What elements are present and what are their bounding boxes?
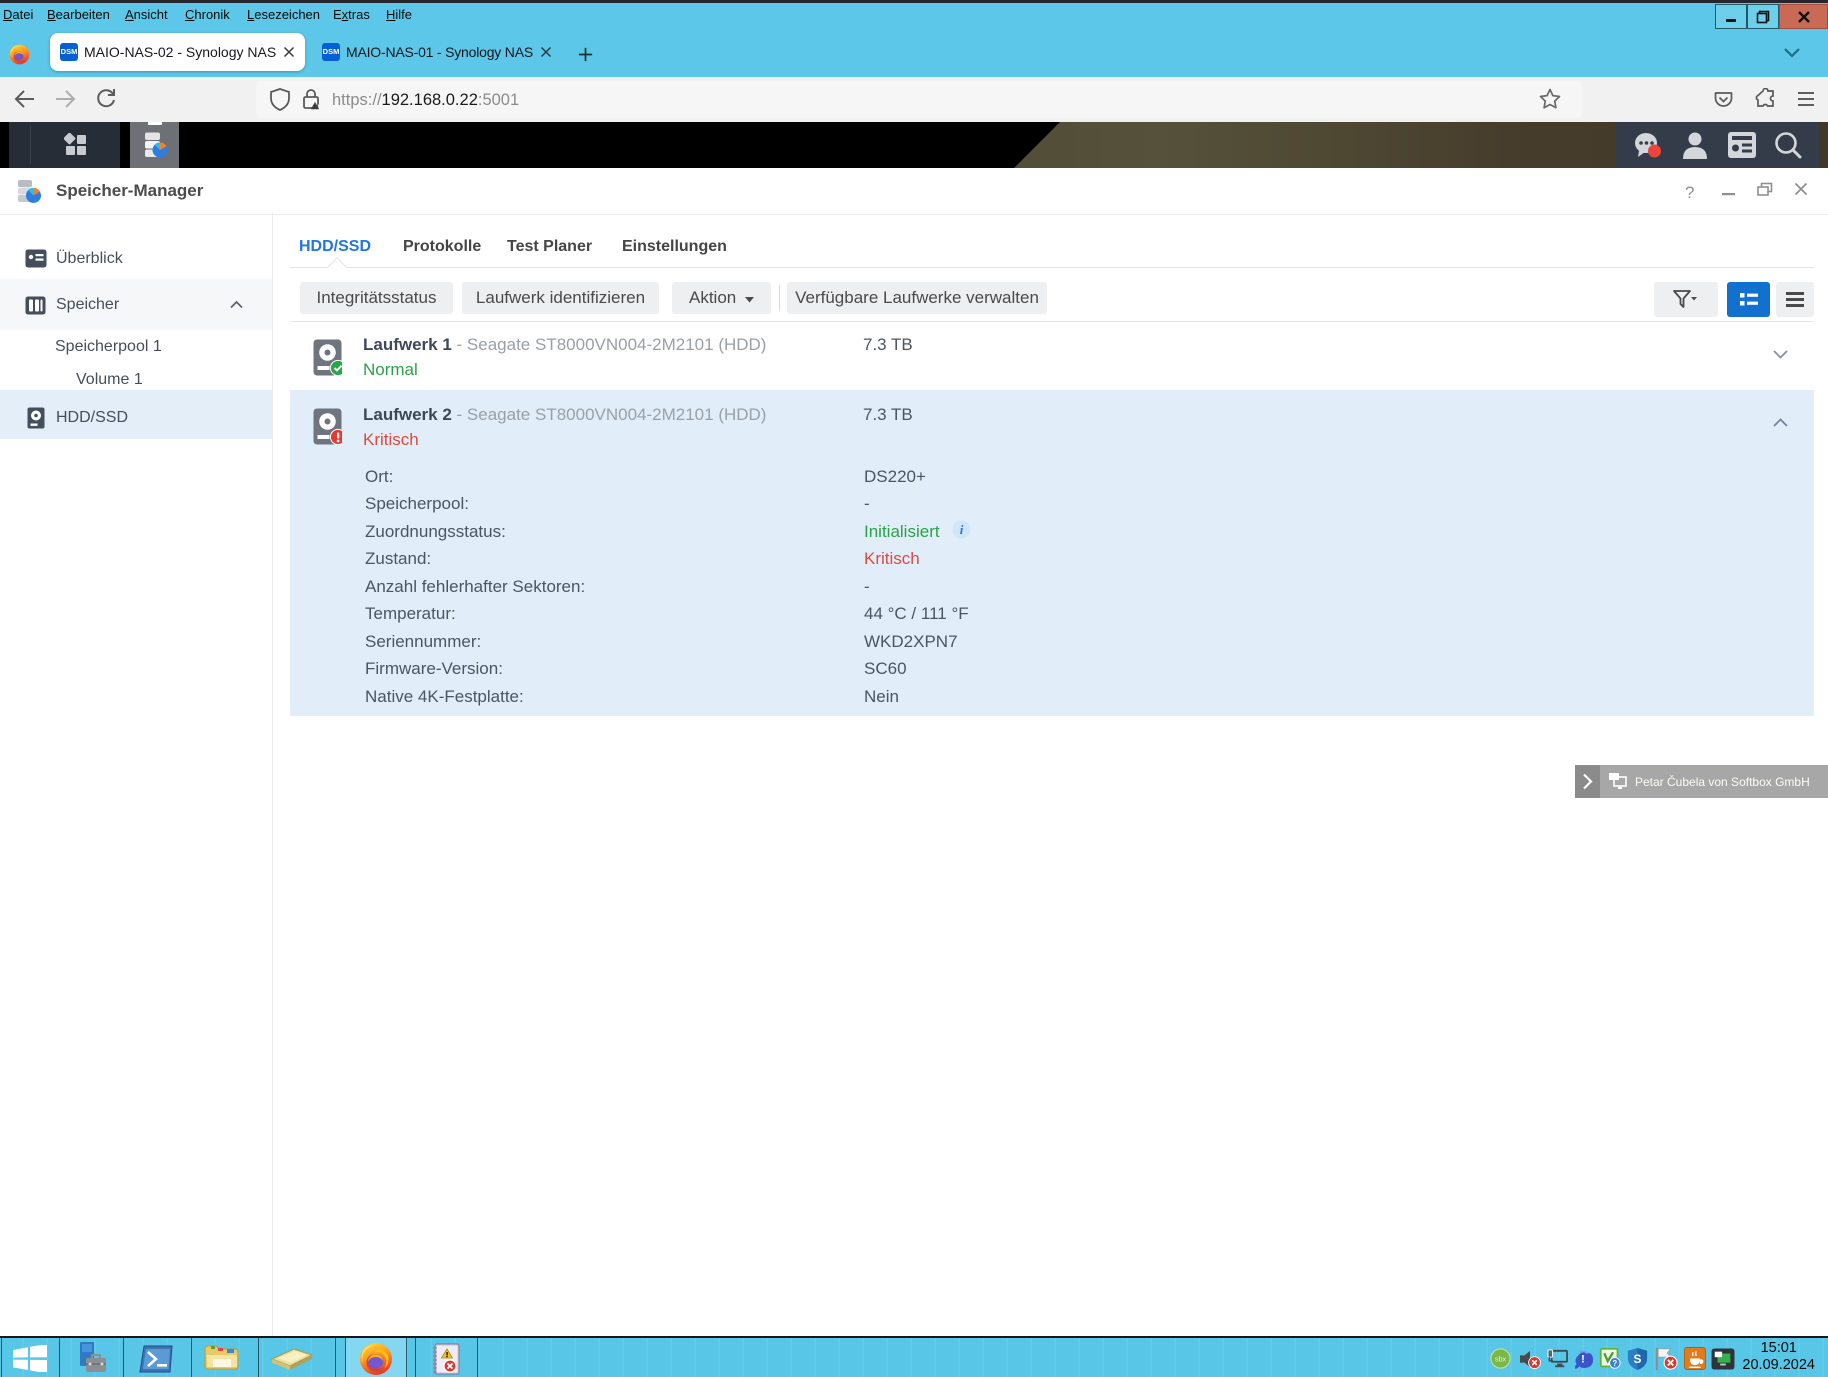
svg-text:i: i <box>960 522 964 537</box>
svg-text:S: S <box>1634 1352 1642 1366</box>
svg-text:sbx: sbx <box>1495 1355 1507 1364</box>
svg-text:?: ? <box>1612 1359 1617 1368</box>
svg-text:!: ! <box>1581 1354 1585 1366</box>
